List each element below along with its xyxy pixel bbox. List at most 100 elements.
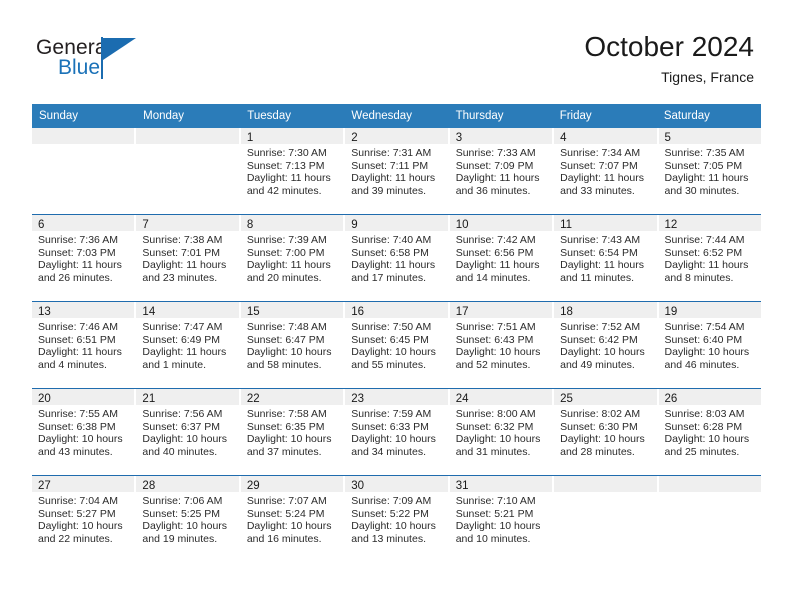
day-sun-info: Sunrise: 7:59 AM Sunset: 6:33 PM Daylight:… (345, 405, 447, 458)
sunset-text: Sunset: 6:47 PM (246, 333, 325, 346)
daylight-text-line1: Daylight: 11 hours (38, 259, 122, 272)
calendar-day-cell[interactable]: 10 Sunrise: 7:42 AM Sunset: 6:56 PM Dayligh… (449, 215, 555, 301)
daylight-text-line1: Daylight: 11 hours (246, 259, 331, 272)
calendar-day-cell[interactable]: 14 Sunrise: 7:47 AM Sunset: 6:49 PM Dayligh… (136, 302, 241, 388)
day-sun-info: Sunrise: 7:35 AM Sunset: 7:05 PM Daylight:… (659, 144, 761, 197)
calendar-day-cell[interactable]: 5 Sunrise: 7:35 AM Sunset: 7:05 PM Daylight… (658, 128, 761, 214)
calendar-day-cell[interactable]: 30 Sunrise: 7:09 AM Sunset: 5:22 PM Dayligh… (345, 476, 450, 562)
sunset-text: Sunset: 6:49 PM (142, 333, 221, 346)
sunset-text: Sunset: 5:22 PM (351, 507, 429, 520)
day-number: 2 (351, 132, 358, 144)
daylight-text-line2: and 11 minutes. (560, 271, 635, 284)
title-block: October 2024 Tignes, France (584, 30, 754, 86)
sunrise-text: Sunrise: 8:03 AM (664, 408, 745, 420)
sunrise-text: Sunrise: 7:46 AM (38, 321, 118, 333)
day-sun-info: Sunrise: 7:07 AM Sunset: 5:24 PM Daylight:… (241, 492, 343, 545)
calendar-day-cell[interactable]: 12 Sunrise: 7:44 AM Sunset: 6:52 PM Dayligh… (658, 215, 761, 301)
sunset-text: Sunset: 6:54 PM (560, 246, 638, 259)
day-number-band: 21 (136, 389, 239, 405)
sunset-text: Sunset: 5:25 PM (142, 507, 221, 520)
calendar-day-cell[interactable]: 31 Sunrise: 7:10 AM Sunset: 5:21 PM Dayligh… (449, 476, 555, 562)
day-number: 25 (560, 393, 573, 405)
day-number-band: 27 (32, 476, 135, 492)
calendar-day-cell[interactable]: 13 Sunrise: 7:46 AM Sunset: 6:51 PM Dayligh… (32, 302, 137, 388)
day-number: 24 (455, 393, 469, 405)
calendar-day-cell-empty (658, 476, 761, 562)
calendar-day-cell[interactable]: 4 Sunrise: 7:34 AM Sunset: 7:07 PM Daylight… (554, 128, 659, 214)
calendar-day-cell[interactable]: 1 Sunrise: 7:30 AM Sunset: 7:13 PM Daylight… (240, 128, 346, 214)
daylight-text-line1: Daylight: 11 hours (664, 172, 749, 185)
sunset-text: Sunset: 6:30 PM (560, 420, 638, 433)
weekday-header-tuesday: Tuesday (240, 104, 345, 128)
day-number-band: 16 (345, 302, 448, 318)
calendar-day-cell[interactable]: 17 Sunrise: 7:51 AM Sunset: 6:43 PM Dayligh… (449, 302, 555, 388)
day-number-band: 19 (658, 302, 761, 318)
day-number-band: 1 (240, 128, 344, 144)
day-number: 15 (246, 306, 260, 318)
calendar-day-cell[interactable]: 21 Sunrise: 7:56 AM Sunset: 6:37 PM Dayligh… (136, 389, 241, 475)
day-number: 13 (38, 306, 51, 318)
day-number: 30 (351, 480, 365, 492)
day-number-band: 2 (345, 128, 448, 144)
day-sun-info: Sunrise: 7:56 AM Sunset: 6:37 PM Daylight:… (136, 405, 238, 458)
sunrise-text: Sunrise: 7:55 AM (38, 408, 118, 420)
calendar-day-cell[interactable]: 9 Sunrise: 7:40 AM Sunset: 6:58 PM Daylight… (345, 215, 450, 301)
calendar-day-cell[interactable]: 8 Sunrise: 7:39 AM Sunset: 7:00 PM Daylight… (240, 215, 346, 301)
calendar-day-cell[interactable]: 2 Sunrise: 7:31 AM Sunset: 7:11 PM Daylight… (345, 128, 450, 214)
sunset-text: Sunset: 7:03 PM (38, 246, 116, 259)
weekday-header-thursday: Thursday (448, 104, 553, 128)
day-sun-info: Sunrise: 7:44 AM Sunset: 6:52 PM Daylight:… (659, 231, 761, 284)
page-subtitle-location: Tignes, France (661, 69, 754, 85)
calendar-day-cell[interactable]: 22 Sunrise: 7:58 AM Sunset: 6:35 PM Dayligh… (240, 389, 346, 475)
weekday-header-saturday: Saturday (656, 104, 761, 128)
calendar-week-row: 27 Sunrise: 7:04 AM Sunset: 5:27 PM Dayligh… (32, 475, 761, 562)
calendar-day-cell[interactable]: 20 Sunrise: 7:55 AM Sunset: 6:38 PM Dayligh… (32, 389, 137, 475)
daylight-text-line2: and 40 minutes. (142, 445, 218, 458)
sunrise-text: Sunrise: 7:54 AM (664, 321, 745, 333)
calendar-day-cell[interactable]: 7 Sunrise: 7:38 AM Sunset: 7:01 PM Daylight… (136, 215, 241, 301)
daylight-text-line2: and 33 minutes. (560, 184, 635, 197)
sunset-text: Sunset: 7:11 PM (351, 159, 429, 172)
day-number-band: 17 (449, 302, 553, 318)
day-number: 31 (455, 480, 469, 492)
calendar-day-cell[interactable]: 26 Sunrise: 8:03 AM Sunset: 6:28 PM Dayligh… (658, 389, 761, 475)
calendar-page: General Blue October 2024 Tignes, France… (0, 0, 792, 612)
sunrise-text: Sunrise: 7:31 AM (351, 147, 432, 159)
calendar-day-cell[interactable]: 16 Sunrise: 7:50 AM Sunset: 6:45 PM Dayligh… (345, 302, 450, 388)
day-number-band: 30 (345, 476, 448, 492)
day-number-band: 29 (240, 476, 344, 492)
sunset-text: Sunset: 6:32 PM (455, 420, 534, 433)
calendar-day-cell[interactable]: 29 Sunrise: 7:07 AM Sunset: 5:24 PM Dayligh… (240, 476, 346, 562)
calendar-day-cell[interactable]: 3 Sunrise: 7:33 AM Sunset: 7:09 PM Daylight… (449, 128, 555, 214)
calendar-day-cell[interactable]: 15 Sunrise: 7:48 AM Sunset: 6:47 PM Dayligh… (240, 302, 346, 388)
sunset-text: Sunset: 6:51 PM (38, 333, 116, 346)
calendar-day-cell[interactable]: 28 Sunrise: 7:06 AM Sunset: 5:25 PM Dayligh… (136, 476, 241, 562)
day-number: 10 (455, 219, 469, 231)
daylight-text-line1: Daylight: 11 hours (455, 259, 540, 272)
calendar-day-cell[interactable]: 19 Sunrise: 7:54 AM Sunset: 6:40 PM Dayligh… (658, 302, 761, 388)
day-number-band (554, 476, 657, 492)
sunset-text: Sunset: 6:52 PM (664, 246, 743, 259)
daylight-text-line1: Daylight: 11 hours (455, 172, 540, 185)
calendar-day-cell[interactable]: 24 Sunrise: 8:00 AM Sunset: 6:32 PM Dayligh… (449, 389, 555, 475)
page-title: October 2024 (584, 31, 754, 62)
calendar-day-cell[interactable]: 18 Sunrise: 7:52 AM Sunset: 6:42 PM Dayligh… (554, 302, 659, 388)
calendar-day-cell[interactable]: 6 Sunrise: 7:36 AM Sunset: 7:03 PM Daylight… (32, 215, 137, 301)
daylight-text-line2: and 4 minutes. (38, 358, 107, 371)
day-number: 21 (142, 393, 156, 405)
sunset-text: Sunset: 6:43 PM (455, 333, 534, 346)
calendar-week-row: 1 Sunrise: 7:30 AM Sunset: 7:13 PM Daylight… (32, 128, 761, 214)
sunrise-text: Sunrise: 7:56 AM (142, 408, 223, 420)
sunrise-text: Sunrise: 7:33 AM (455, 147, 536, 159)
calendar-day-cell[interactable]: 25 Sunrise: 8:02 AM Sunset: 6:30 PM Dayligh… (554, 389, 659, 475)
day-sun-info (136, 144, 238, 147)
day-number: 6 (38, 219, 45, 231)
calendar-week-row: 20 Sunrise: 7:55 AM Sunset: 6:38 PM Dayligh… (32, 388, 761, 475)
general-blue-logo: General Blue (36, 36, 166, 84)
sunset-text: Sunset: 5:27 PM (38, 507, 116, 520)
daylight-text-line1: Daylight: 10 hours (246, 520, 332, 533)
calendar-day-cell[interactable]: 11 Sunrise: 7:43 AM Sunset: 6:54 PM Dayligh… (554, 215, 659, 301)
calendar-day-cell[interactable]: 23 Sunrise: 7:59 AM Sunset: 6:33 PM Dayligh… (345, 389, 450, 475)
day-sun-info: Sunrise: 7:33 AM Sunset: 7:09 PM Daylight:… (450, 144, 552, 197)
calendar-day-cell[interactable]: 27 Sunrise: 7:04 AM Sunset: 5:27 PM Dayligh… (32, 476, 137, 562)
